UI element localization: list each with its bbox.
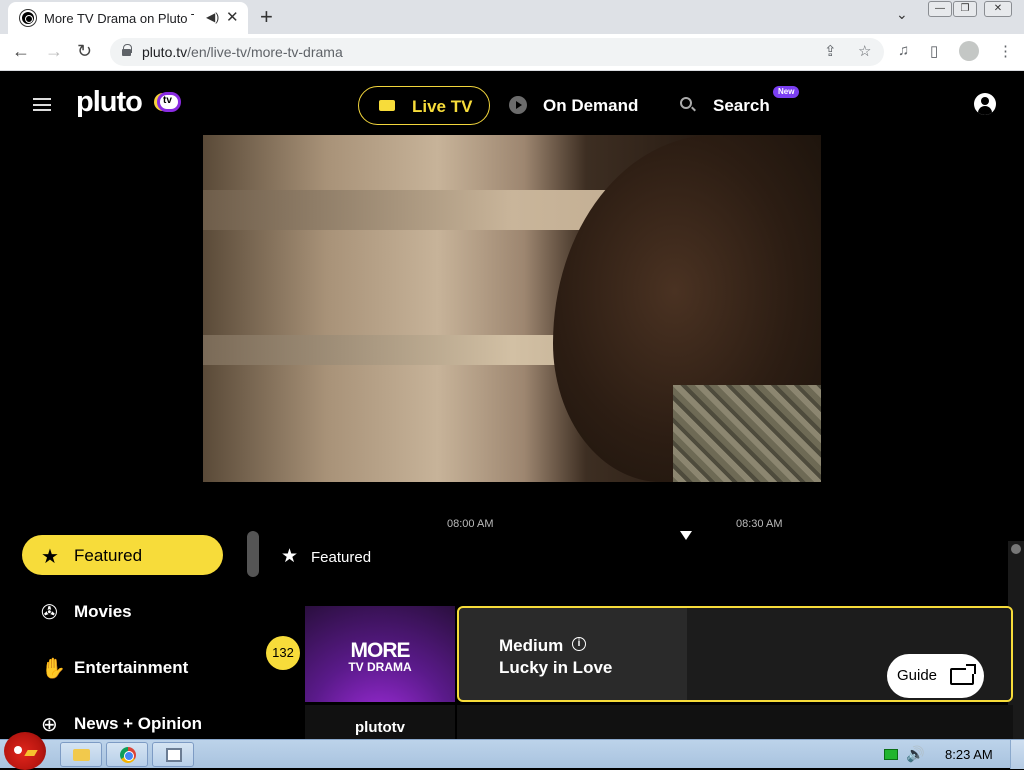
- sidebar-item-label: News + Opinion: [74, 714, 202, 733]
- system-clock[interactable]: 8:23 AM: [945, 747, 993, 762]
- forward-button[interactable]: →: [45, 41, 63, 62]
- os-taskbar: 🔊 8:23 AM: [0, 732, 1024, 770]
- timeline-time: 08:30 AM: [736, 518, 783, 530]
- minimize-button[interactable]: —: [928, 1, 952, 17]
- film-reel-icon: ✇: [41, 602, 58, 624]
- program-title: Medium: [499, 636, 564, 655]
- pluto-page: pluto tv Live TV On Demand Search New 08…: [0, 71, 1024, 739]
- sidebar-item-news-opinion[interactable]: ⊕ News + Opinion: [22, 703, 223, 739]
- logo-tv-text: tv: [163, 95, 172, 106]
- current-time-marker-icon: [680, 531, 692, 540]
- program-tile[interactable]: [457, 705, 1013, 739]
- nav-search[interactable]: Search: [713, 96, 770, 116]
- info-icon[interactable]: i: [572, 637, 586, 651]
- address-bar[interactable]: pluto.tv/en/live-tv/more-tv-drama ⇪ ☆: [110, 38, 884, 66]
- tv-icon: [379, 100, 395, 111]
- taskbar-explorer-button[interactable]: [60, 742, 102, 767]
- url-path: /en/live-tv/more-tv-drama: [187, 44, 343, 60]
- window-icon: [166, 748, 182, 762]
- sidebar-item-featured[interactable]: ★ Featured: [22, 535, 223, 575]
- browser-toolbar: ← → ↻ pluto.tv/en/live-tv/more-tv-drama …: [0, 34, 1024, 71]
- close-window-button[interactable]: ✕: [984, 1, 1012, 17]
- reload-button[interactable]: ↻: [77, 41, 92, 62]
- sidebar-item-label: Movies: [74, 602, 132, 621]
- chrome-icon: [120, 747, 136, 763]
- speaker-icon[interactable]: ◀): [206, 10, 219, 24]
- nav-live-tv-label: Live TV: [412, 97, 473, 116]
- browser-tab[interactable]: More TV Drama on Pluto TV ◀) ✕: [8, 2, 248, 34]
- nav-on-demand[interactable]: On Demand: [543, 96, 638, 116]
- clapping-hands-icon: ✋: [41, 658, 66, 680]
- bookmark-star-icon[interactable]: ☆: [858, 42, 871, 60]
- back-button[interactable]: ←: [12, 41, 30, 62]
- url-text[interactable]: pluto.tv/en/live-tv/more-tv-drama: [142, 44, 343, 60]
- volume-icon[interactable]: 🔊: [906, 745, 925, 763]
- program-episode: Lucky in Love: [499, 658, 613, 677]
- tab-search-icon[interactable]: ⌄: [896, 6, 908, 23]
- globe-icon: ⊕: [41, 714, 58, 736]
- timeline-time: 08:00 AM: [447, 518, 494, 530]
- video-player[interactable]: [203, 135, 821, 482]
- taskbar-window-button[interactable]: [152, 742, 194, 767]
- browser-menu-icon[interactable]: ⋮: [998, 42, 1013, 60]
- hamburger-menu-icon[interactable]: [33, 98, 51, 111]
- nav-live-tv[interactable]: Live TV: [358, 86, 490, 125]
- profile-avatar-icon[interactable]: [959, 41, 979, 61]
- pluto-logo[interactable]: pluto: [76, 86, 143, 119]
- sidebar-item-movies[interactable]: ✇ Movies: [22, 591, 223, 631]
- search-icon[interactable]: [680, 97, 692, 109]
- guide-button[interactable]: Guide: [887, 654, 984, 698]
- tab-title: More TV Drama on Pluto TV: [44, 11, 194, 26]
- browser-tabstrip: More TV Drama on Pluto TV ◀) ✕ + ⌄ — ❐ ✕: [0, 0, 1024, 34]
- restore-button[interactable]: ❐: [953, 1, 977, 17]
- expand-guide-icon: [950, 664, 976, 685]
- channel-logo-text: plutotv: [355, 719, 405, 736]
- new-badge: New: [773, 86, 800, 98]
- sidebar-item-label: Featured: [74, 546, 143, 565]
- profile-icon[interactable]: [974, 93, 996, 115]
- guide-button-label: Guide: [897, 667, 938, 684]
- media-control-icon[interactable]: ♫: [898, 42, 909, 59]
- sidebar-item-entertainment[interactable]: ✋ Entertainment: [22, 647, 223, 687]
- play-circle-icon[interactable]: [509, 96, 527, 114]
- tab-close-icon[interactable]: ✕: [226, 8, 239, 26]
- star-icon: ★: [281, 546, 299, 567]
- video-subject: [673, 385, 821, 482]
- channel-number-badge[interactable]: 132: [266, 636, 300, 670]
- guide-section-title: Featured: [311, 549, 372, 566]
- taskbar-chrome-button[interactable]: [106, 742, 148, 767]
- star-icon: ★: [41, 546, 59, 568]
- start-button-icon[interactable]: [4, 732, 46, 770]
- url-host: pluto.tv: [142, 44, 188, 60]
- channel-logo[interactable]: MORE TV DRAMA: [305, 606, 455, 702]
- pluto-tv-logo-icon[interactable]: tv: [157, 92, 181, 112]
- sidebar-scrollbar[interactable]: [247, 531, 259, 577]
- network-icon[interactable]: [884, 749, 898, 760]
- sidebar-item-label: Entertainment: [74, 658, 189, 677]
- channel-logo-sub: TV DRAMA: [348, 660, 412, 674]
- show-desktop-button[interactable]: [1010, 740, 1024, 769]
- lock-icon[interactable]: [122, 44, 132, 56]
- share-icon[interactable]: ⇪: [824, 42, 837, 60]
- channel-logo[interactable]: plutotv: [305, 705, 455, 739]
- folder-icon: [73, 749, 90, 761]
- new-tab-button[interactable]: +: [260, 4, 273, 30]
- side-panel-icon[interactable]: ▯: [930, 42, 938, 60]
- pluto-favicon-icon: [20, 10, 36, 26]
